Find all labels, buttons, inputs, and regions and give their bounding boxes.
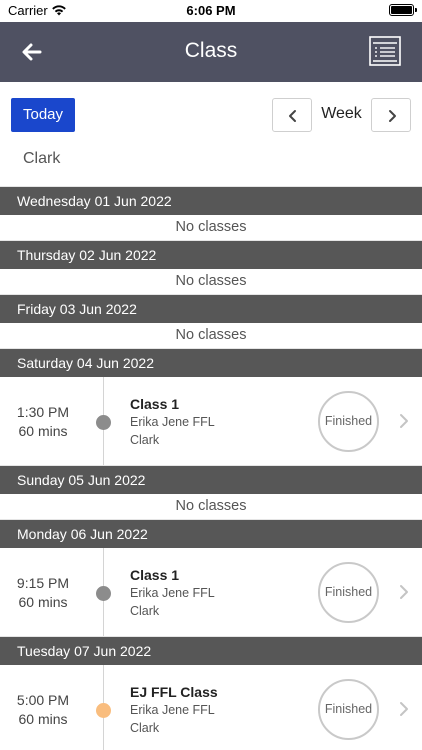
next-week-button[interactable] xyxy=(371,98,411,132)
class-info: Class 1 Erika Jene FFL Clark xyxy=(130,566,215,620)
class-list-item[interactable]: 1:30 PM 60 mins Class 1 Erika Jene FFL C… xyxy=(0,377,422,465)
no-classes-text: No classes xyxy=(0,215,422,240)
status-badge: Finished xyxy=(318,679,379,740)
day-header: Thursday 02 Jun 2022 xyxy=(0,240,422,269)
location-filter-name: Clark xyxy=(23,150,61,167)
class-start-time: 1:30 PM xyxy=(16,404,70,420)
status-badge: Finished xyxy=(318,562,379,623)
chevron-right-icon xyxy=(400,585,408,599)
class-name: Class 1 xyxy=(130,396,180,412)
previous-week-button[interactable] xyxy=(272,98,312,132)
class-instructor: Erika Jene FFL xyxy=(130,415,215,429)
status-bar: Carrier 6:06 PM xyxy=(0,0,422,22)
schedule-controls: Today Week Clark xyxy=(0,82,422,186)
class-time-block: 1:30 PM 60 mins xyxy=(0,403,86,441)
chevron-left-icon xyxy=(289,110,296,122)
no-classes-text: No classes xyxy=(0,323,422,348)
nav-bar: Class xyxy=(0,22,422,82)
day-header: Monday 06 Jun 2022 xyxy=(0,519,422,548)
class-duration: 60 mins xyxy=(18,423,68,439)
class-location: Clark xyxy=(130,604,160,618)
class-start-time: 5:00 PM xyxy=(16,692,70,708)
schedule-list: Wednesday 01 Jun 2022 No classes Thursda… xyxy=(0,186,422,750)
no-classes-text: No classes xyxy=(0,269,422,294)
class-duration: 60 mins xyxy=(18,594,68,610)
timeline-dot xyxy=(96,703,111,718)
day-header: Sunday 05 Jun 2022 xyxy=(0,465,422,494)
class-list-item[interactable]: 9:15 PM 60 mins Class 1 Erika Jene FFL C… xyxy=(0,548,422,636)
class-start-time: 9:15 PM xyxy=(16,575,70,591)
class-name: Class 1 xyxy=(130,567,180,583)
class-time-block: 9:15 PM 60 mins xyxy=(0,574,86,612)
class-instructor: Erika Jene FFL xyxy=(130,703,215,717)
class-location: Clark xyxy=(130,721,160,735)
class-name: EJ FFL Class xyxy=(130,684,218,700)
class-list-item[interactable]: 5:00 PM 60 mins EJ FFL Class Erika Jene … xyxy=(0,665,422,750)
class-location: Clark xyxy=(130,433,160,447)
status-badge: Finished xyxy=(318,391,379,452)
class-duration: 60 mins xyxy=(18,711,68,727)
day-header: Tuesday 07 Jun 2022 xyxy=(0,636,422,665)
chevron-right-icon xyxy=(389,110,396,122)
chevron-right-icon xyxy=(400,702,408,716)
class-info: Class 1 Erika Jene FFL Clark xyxy=(130,395,215,449)
list-view-icon[interactable] xyxy=(369,36,401,66)
week-label: Week xyxy=(321,105,362,122)
timeline-dot xyxy=(96,586,111,601)
day-header: Wednesday 01 Jun 2022 xyxy=(0,186,422,215)
no-classes-text: No classes xyxy=(0,494,422,519)
status-time: 6:06 PM xyxy=(186,3,236,18)
battery-icon xyxy=(389,4,417,16)
page-title: Class xyxy=(184,39,238,62)
day-header: Friday 03 Jun 2022 xyxy=(0,294,422,323)
day-header: Saturday 04 Jun 2022 xyxy=(0,348,422,377)
class-time-block: 5:00 PM 60 mins xyxy=(0,691,86,729)
class-instructor: Erika Jene FFL xyxy=(130,586,215,600)
chevron-right-icon xyxy=(400,414,408,428)
today-button[interactable]: Today xyxy=(11,98,75,132)
class-info: EJ FFL Class Erika Jene FFL Clark xyxy=(130,683,218,737)
timeline-dot xyxy=(96,415,111,430)
